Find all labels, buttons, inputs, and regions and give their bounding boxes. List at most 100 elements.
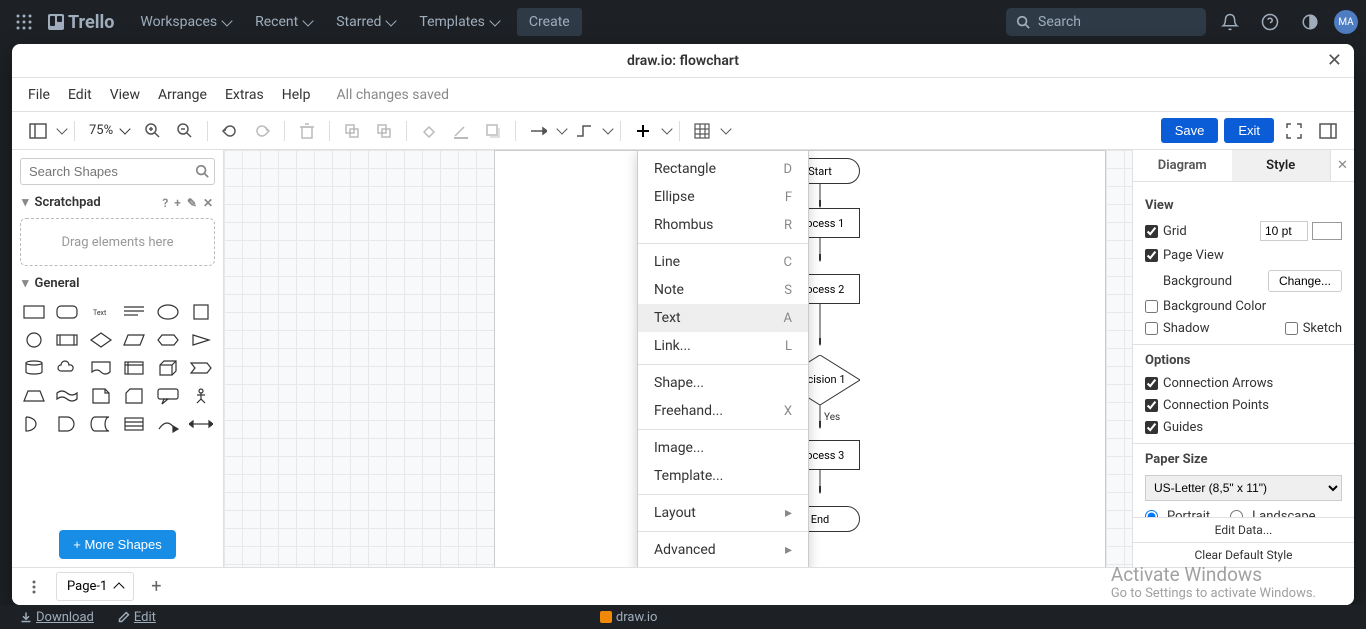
add-page-button[interactable]: +: [142, 573, 170, 601]
search-shapes-input[interactable]: [20, 158, 215, 185]
chevron-down-icon[interactable]: [556, 123, 567, 134]
chevron-down-icon[interactable]: [720, 123, 731, 134]
shape-square[interactable]: [188, 301, 216, 323]
cm-text[interactable]: TextA: [638, 304, 808, 332]
format-panel-icon[interactable]: [1314, 117, 1342, 145]
pages-menu-icon[interactable]: [20, 573, 48, 601]
menu-help[interactable]: Help: [282, 87, 311, 103]
shape-rounded-rect[interactable]: [54, 301, 82, 323]
undo-icon[interactable]: [216, 117, 244, 145]
shadow-icon[interactable]: [479, 117, 507, 145]
zoom-dropdown[interactable]: 75%: [83, 123, 135, 138]
page-view-checkbox[interactable]: Page View: [1145, 248, 1224, 263]
page-tab-1[interactable]: Page-1: [56, 572, 134, 601]
shape-cube[interactable]: [154, 357, 182, 379]
bg-color-checkbox[interactable]: Background Color: [1145, 299, 1266, 314]
background-change-button[interactable]: Change...: [1268, 270, 1342, 292]
landscape-radio[interactable]: Landscape: [1230, 509, 1315, 517]
cm-template[interactable]: Template...: [638, 462, 808, 490]
shape-actor[interactable]: [188, 385, 216, 407]
shadow-checkbox[interactable]: Shadow: [1145, 321, 1209, 336]
shape-ellipse[interactable]: [154, 301, 182, 323]
avatar[interactable]: MA: [1334, 10, 1358, 34]
cm-rectangle[interactable]: RectangleD: [638, 155, 808, 183]
sidebar-toggle-icon[interactable]: [24, 117, 52, 145]
shape-and[interactable]: [54, 413, 82, 435]
shape-arrow-bidir[interactable]: [188, 413, 216, 435]
shape-card[interactable]: [121, 385, 149, 407]
guides-checkbox[interactable]: Guides: [1145, 420, 1203, 435]
scratchpad-edit-icon[interactable]: ✎: [187, 196, 197, 210]
cm-image[interactable]: Image...: [638, 434, 808, 462]
zoom-in-icon[interactable]: [139, 117, 167, 145]
create-button[interactable]: Create: [517, 8, 582, 36]
shape-internal-storage[interactable]: [121, 357, 149, 379]
theme-icon[interactable]: [1294, 6, 1326, 38]
scratchpad-header[interactable]: ▾ Scratchpad ? + ✎ ✕: [20, 185, 215, 214]
trello-logo[interactable]: Trello: [40, 12, 122, 33]
more-shapes-button[interactable]: + More Shapes: [59, 530, 176, 559]
menu-view[interactable]: View: [110, 87, 140, 103]
cm-note[interactable]: NoteS: [638, 276, 808, 304]
help-icon[interactable]: [1254, 6, 1286, 38]
table-icon[interactable]: [688, 117, 716, 145]
shape-textbox[interactable]: [121, 301, 149, 323]
conn-points-checkbox[interactable]: Connection Points: [1145, 398, 1269, 413]
menu-arrange[interactable]: Arrange: [158, 87, 207, 103]
grid-checkbox[interactable]: Grid: [1145, 224, 1187, 239]
redo-icon[interactable]: [248, 117, 276, 145]
cm-rhombus[interactable]: RhombusR: [638, 211, 808, 239]
menu-file[interactable]: File: [28, 87, 50, 103]
shape-hexagon[interactable]: [154, 329, 182, 351]
paper-size-select[interactable]: US-Letter (8,5" x 11"): [1145, 475, 1342, 501]
cm-advanced[interactable]: Advanced▸: [638, 536, 808, 564]
chevron-down-icon[interactable]: [56, 123, 67, 134]
apps-grid-icon[interactable]: [8, 6, 40, 38]
shape-cylinder[interactable]: [20, 357, 48, 379]
save-button[interactable]: Save: [1161, 118, 1219, 143]
to-front-icon[interactable]: [338, 117, 366, 145]
shape-parallelogram[interactable]: [121, 329, 149, 351]
cm-layout[interactable]: Layout▸: [638, 499, 808, 527]
to-back-icon[interactable]: [370, 117, 398, 145]
cm-freehand[interactable]: Freehand...X: [638, 397, 808, 425]
shape-step[interactable]: [188, 357, 216, 379]
general-header[interactable]: ▾ General: [20, 266, 215, 295]
close-format-panel-icon[interactable]: ✕: [1330, 150, 1354, 181]
nav-recent[interactable]: Recent: [245, 8, 322, 36]
sketch-checkbox[interactable]: Sketch: [1285, 321, 1342, 336]
cm-line[interactable]: LineC: [638, 248, 808, 276]
delete-icon[interactable]: [293, 117, 321, 145]
shape-diamond[interactable]: [87, 329, 115, 351]
canvas[interactable]: Start Process 1 Process 2 Decision 1 Yes…: [224, 150, 1132, 567]
tab-diagram[interactable]: Diagram: [1133, 150, 1232, 181]
scratchpad-close-icon[interactable]: ✕: [203, 196, 213, 210]
waypoint-icon[interactable]: [570, 117, 598, 145]
nav-templates[interactable]: Templates: [409, 8, 509, 36]
shape-document[interactable]: [87, 357, 115, 379]
download-link[interactable]: Download: [20, 610, 94, 625]
shape-process[interactable]: [54, 329, 82, 351]
shape-arrow-curve[interactable]: [154, 413, 182, 435]
shape-data-storage[interactable]: [87, 413, 115, 435]
notification-icon[interactable]: [1214, 6, 1246, 38]
shape-rect[interactable]: [20, 301, 48, 323]
shape-callout[interactable]: [154, 385, 182, 407]
close-icon[interactable]: ✕: [1327, 50, 1342, 71]
nav-starred[interactable]: Starred: [326, 8, 405, 36]
line-color-icon[interactable]: [447, 117, 475, 145]
shape-triangle[interactable]: [188, 329, 216, 351]
edit-data-button[interactable]: Edit Data...: [1133, 518, 1354, 543]
portrait-radio[interactable]: Portrait: [1145, 509, 1210, 517]
scratchpad-help-icon[interactable]: ?: [162, 196, 168, 210]
search-input[interactable]: Search: [1006, 8, 1206, 36]
shape-text[interactable]: Text: [87, 301, 115, 323]
chevron-down-icon[interactable]: [661, 123, 672, 134]
cm-link[interactable]: Link...L: [638, 332, 808, 360]
shape-list[interactable]: [121, 413, 149, 435]
conn-arrows-checkbox[interactable]: Connection Arrows: [1145, 376, 1273, 391]
shape-circle[interactable]: [20, 329, 48, 351]
shape-trapezoid[interactable]: [20, 385, 48, 407]
grid-color-swatch[interactable]: [1312, 222, 1342, 240]
shape-tape[interactable]: [54, 385, 82, 407]
